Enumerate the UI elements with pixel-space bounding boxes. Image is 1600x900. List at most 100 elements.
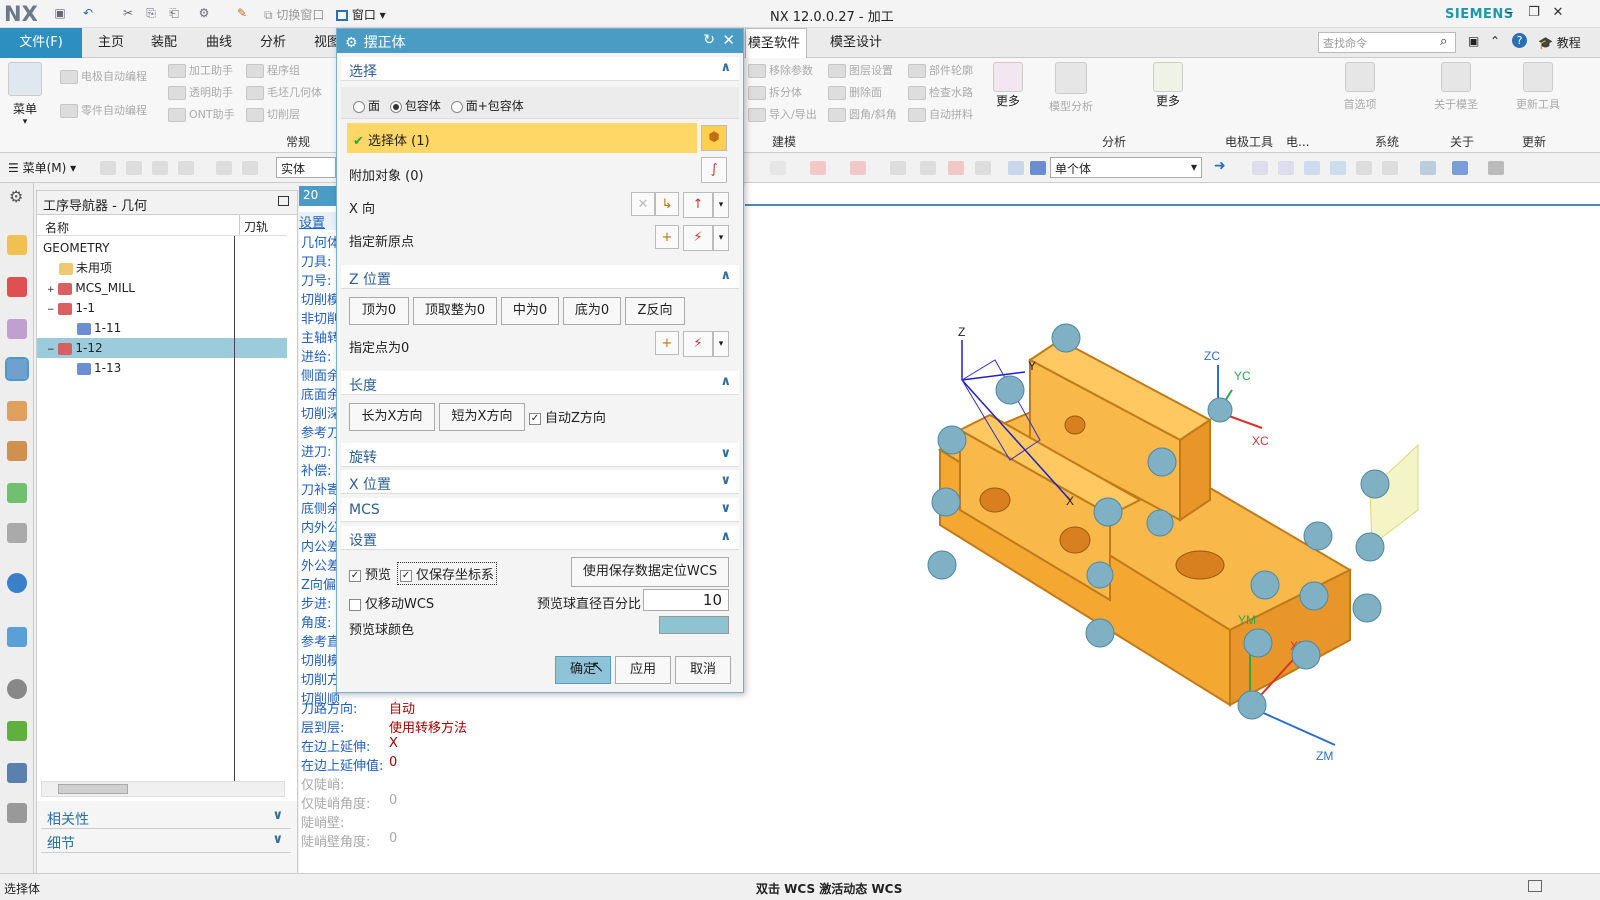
more-analysis-button[interactable]: 更多 xyxy=(1148,62,1188,109)
point-dialog-icon[interactable]: + xyxy=(655,225,679,249)
fullscreen-icon[interactable]: ▣ xyxy=(1468,34,1479,48)
move-wcs-only-checkbox[interactable]: 仅移动WCS xyxy=(349,593,434,612)
section-z-position[interactable]: Z 位置 ∧ xyxy=(341,265,739,289)
layer-view-icon[interactable] xyxy=(1382,161,1398,175)
fit-icon[interactable] xyxy=(1252,161,1268,175)
collapse-ribbon-icon[interactable]: ⌃ xyxy=(1490,34,1500,48)
repeat-command-icon[interactable]: ⚙ xyxy=(196,6,212,22)
help-icon[interactable]: ? xyxy=(1512,33,1527,48)
more-model-button[interactable]: 更多 xyxy=(988,62,1028,109)
tree-row-1-1[interactable]: − 1-1 xyxy=(37,298,287,318)
visibility-eye-icon[interactable] xyxy=(7,523,27,543)
tree-row-1-12[interactable]: − 1-12 xyxy=(37,338,287,358)
type-filter-select[interactable]: 实体 xyxy=(276,157,336,178)
ball-color-swatch[interactable] xyxy=(659,616,729,634)
part-outline-button[interactable]: 部件轮廓 xyxy=(908,62,973,78)
auto-stock-button[interactable]: 自动拼料 xyxy=(908,106,973,122)
undo-icon[interactable]: ↶ xyxy=(80,6,96,22)
cut-level-button[interactable]: 切削层 xyxy=(246,106,300,122)
long-as-x-button[interactable]: 长为X方向 xyxy=(349,403,435,431)
roles-icon[interactable] xyxy=(7,763,27,783)
model-view[interactable]: ZC YC XC Z Y X YM XM ZM xyxy=(745,206,1600,873)
radio-face-bbox[interactable]: 面+包容体 xyxy=(450,99,524,113)
render-style-icon[interactable] xyxy=(1356,161,1372,175)
snap-icon-1[interactable] xyxy=(100,161,116,175)
body-icon[interactable] xyxy=(1030,161,1046,175)
horizontal-scrollbar[interactable] xyxy=(41,781,285,797)
minimize-icon[interactable]: – xyxy=(1500,5,1520,20)
machine-navigator-icon[interactable] xyxy=(7,401,27,421)
zoom-icon[interactable] xyxy=(1278,161,1294,175)
close-window-icon[interactable]: ✕ xyxy=(1548,5,1568,20)
solid-icon[interactable] xyxy=(1008,161,1024,175)
menu-dropdown-button[interactable]: ☰ 菜单(M) ▾ xyxy=(8,159,76,176)
window-menu-button[interactable]: 窗口 ▾ xyxy=(336,6,386,23)
part-auto-program-button[interactable]: 零件自动编程 xyxy=(60,102,147,118)
part-navigator-icon[interactable] xyxy=(7,319,27,339)
update-tools-button[interactable]: 更新工具 xyxy=(1510,62,1566,112)
curve-icon[interactable] xyxy=(770,161,786,175)
menu-big-button[interactable]: 菜单 ▾ xyxy=(6,62,44,127)
vector-dropdown-icon[interactable]: ▾ xyxy=(713,192,729,218)
point-inferred-icon[interactable]: ⚡ xyxy=(683,225,713,251)
midpoint-icon[interactable] xyxy=(890,161,906,175)
radio-face[interactable]: 面 xyxy=(353,99,380,113)
snap-icon-4[interactable] xyxy=(178,161,194,175)
close-icon[interactable]: ✕ xyxy=(722,31,735,49)
split-body-button[interactable]: 拆分体 xyxy=(748,84,802,100)
tree-row-1-13[interactable]: 1-13 xyxy=(37,358,287,378)
palette-icon[interactable] xyxy=(7,721,27,741)
setting-tab[interactable]: 设置 xyxy=(299,212,339,231)
column-toolpath[interactable]: 刀轨 xyxy=(239,215,272,235)
point-dropdown-icon[interactable]: ▾ xyxy=(713,225,729,251)
ont-assistant-button[interactable]: ONT助手 xyxy=(168,106,235,122)
clip-icon[interactable] xyxy=(1488,161,1504,175)
section-settings[interactable]: 设置 ∧ xyxy=(341,526,739,550)
section-mcs[interactable]: MCS ∨ xyxy=(341,498,739,522)
switch-window-button[interactable]: ⧉ 切换窗口 xyxy=(264,6,324,23)
command-search-input[interactable]: 查找命令 xyxy=(1318,32,1456,53)
reset-icon[interactable]: ↻ xyxy=(703,32,715,48)
center-icon[interactable] xyxy=(920,161,936,175)
tab-home[interactable]: 主页 xyxy=(90,28,132,58)
operation-tab[interactable]: 20 xyxy=(299,186,339,206)
show-hide-icon[interactable] xyxy=(1452,161,1468,175)
details-panel[interactable]: 细节 ∨ xyxy=(41,829,291,853)
tab-mosheng-software[interactable]: 模圣软件 xyxy=(745,28,807,58)
section-rotate[interactable]: 旋转 ∨ xyxy=(341,443,739,467)
tab-assembly[interactable]: 装配 xyxy=(143,28,185,58)
point-zero-dropdown-icon[interactable]: ▾ xyxy=(713,331,729,357)
vector-dialog-icon[interactable]: ↳ xyxy=(655,192,679,216)
assembly-navigator-icon[interactable] xyxy=(7,235,27,255)
short-as-x-button[interactable]: 短为X方向 xyxy=(439,403,525,431)
display-icon[interactable] xyxy=(1420,161,1436,175)
point-zero-dialog-icon[interactable]: + xyxy=(655,331,679,355)
blank-geometry-button[interactable]: 毛坯几何体 xyxy=(246,84,322,100)
radio-bbox[interactable]: 包容体 xyxy=(389,99,441,113)
transparent-assistant-button[interactable]: 透明助手 xyxy=(168,84,233,100)
electrode-auto-program-button[interactable]: 电极自动编程 xyxy=(60,68,147,84)
z-mid-zero-button[interactable]: 中为0 xyxy=(501,297,559,325)
tab-analysis[interactable]: 分析 xyxy=(252,28,294,58)
clock-icon[interactable] xyxy=(7,679,27,699)
snap-icon-5[interactable] xyxy=(216,161,232,175)
cancel-button[interactable]: 取消 xyxy=(675,656,731,684)
intersection-icon[interactable] xyxy=(948,161,964,175)
tutorial-button[interactable]: 🎓 教程 xyxy=(1538,34,1581,51)
fillet-chamfer-button[interactable]: 圆角/斜角 xyxy=(828,106,897,122)
auto-z-checkbox[interactable]: ✓ 自动Z方向 xyxy=(529,407,606,426)
related-panel[interactable]: 相关性 ∨ xyxy=(41,805,291,829)
search-icon[interactable]: ⌕ xyxy=(1440,34,1447,49)
section-select[interactable]: 选择 ∧ xyxy=(341,57,739,81)
settings-gear-icon[interactable]: ⚙ xyxy=(9,187,23,206)
file-menu-tab[interactable]: 文件(F) xyxy=(0,28,82,58)
z-top-zero-button[interactable]: 顶为0 xyxy=(349,297,409,325)
point-snap-icon[interactable] xyxy=(810,161,826,175)
curve-select-icon[interactable]: ∫ xyxy=(701,157,727,183)
remove-params-button[interactable]: 移除参数 xyxy=(748,62,813,78)
vector-inferred-icon[interactable]: ↑ xyxy=(683,192,713,218)
preferences-button[interactable]: 首选项 xyxy=(1338,62,1382,112)
tab-curve[interactable]: 曲线 xyxy=(198,28,240,58)
web-browser-icon[interactable] xyxy=(7,627,27,647)
point-zero-inferred-icon[interactable]: ⚡ xyxy=(683,331,713,357)
